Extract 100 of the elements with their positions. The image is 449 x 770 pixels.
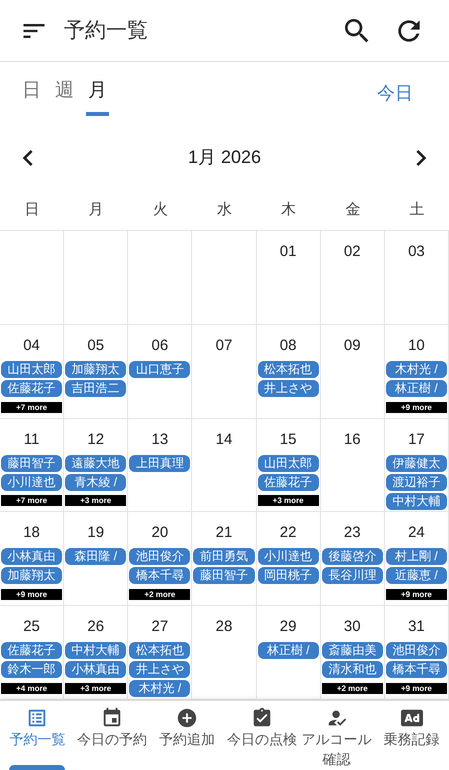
more-events-link[interactable]: +4 more <box>1 683 62 694</box>
more-events-link[interactable]: +7 more <box>1 495 62 506</box>
calendar-cell[interactable]: 07 <box>192 324 257 419</box>
event-chip[interactable]: 岡田桃子 <box>258 567 319 584</box>
more-events-link[interactable]: +2 more <box>129 589 190 600</box>
event-chip[interactable]: 佐藤花子 <box>1 642 62 660</box>
calendar-cell[interactable]: 10 木村光 / 林正樹 / +9 more <box>384 324 449 419</box>
event-chip[interactable]: 鈴木一郎 <box>1 661 62 678</box>
calendar-cell[interactable]: 19 森田隆 / <box>64 512 128 606</box>
calendar-cell[interactable] <box>128 231 192 325</box>
calendar-cell[interactable]: 30 斎藤由美 清水和也 +2 more <box>320 606 385 700</box>
event-chip[interactable]: 林正樹 / <box>386 380 447 397</box>
event-chip[interactable]: 山田太郎 <box>258 454 319 472</box>
calendar-cell[interactable]: 27 松本拓也 井上さや 木村光 / <box>128 606 192 700</box>
event-chip[interactable]: 森田隆 / <box>65 548 126 566</box>
calendar-cell[interactable]: 29 林正樹 / <box>256 606 321 700</box>
more-events-link[interactable]: +3 more <box>65 495 126 506</box>
calendar-cell[interactable]: 26 中村大輔 小林真由 +3 more <box>64 606 128 700</box>
event-chip[interactable]: 松本拓也 <box>258 360 319 378</box>
event-chip[interactable]: 吉田浩二 <box>65 380 126 397</box>
calendar-cell[interactable]: 01 <box>256 231 321 325</box>
calendar-cell[interactable]: 04 山田太郎 佐藤花子 +7 more <box>0 324 64 419</box>
calendar-cell[interactable]: 21 前田勇気 藤田智子 <box>192 512 257 606</box>
calendar-cell[interactable] <box>192 231 257 325</box>
event-chip[interactable]: 長谷川理 <box>322 567 383 584</box>
calendar-cell[interactable]: 12 遠藤大地 青木綾 / +3 more <box>64 418 128 512</box>
calendar-cell[interactable]: 23 後藤啓介 長谷川理 <box>320 512 385 606</box>
more-events-link[interactable]: +9 more <box>1 589 62 600</box>
calendar-cell[interactable]: 11 藤田智子 小川達也 +7 more <box>0 418 64 512</box>
event-chip[interactable]: 橋本千尋 <box>129 567 190 584</box>
event-chip[interactable]: 佐藤花子 <box>1 380 62 397</box>
event-chip[interactable]: 木村光 / <box>129 680 190 698</box>
event-chip[interactable]: 遠藤大地 <box>65 454 126 472</box>
event-chip[interactable]: 村上剛 / <box>386 548 447 566</box>
calendar-cell[interactable]: 28 <box>192 606 257 700</box>
event-chip[interactable]: 小川達也 <box>1 474 62 491</box>
view-tab[interactable]: 月 <box>86 72 109 116</box>
calendar-cell[interactable]: 05 加藤翔太 吉田浩二 <box>64 324 128 419</box>
calendar-cell[interactable]: 16 <box>320 418 385 512</box>
calendar-cell[interactable] <box>64 231 128 325</box>
event-chip[interactable]: 木村光 / <box>386 360 447 378</box>
calendar-cell[interactable]: 24 村上剛 / 近藤恵 / +9 more <box>384 512 449 606</box>
event-chip[interactable]: 松本拓也 <box>129 642 190 660</box>
event-chip[interactable]: 中村大輔 <box>386 492 447 510</box>
event-chip[interactable]: 井上さや <box>129 661 190 678</box>
nav-tab[interactable]: アルコール確認 <box>299 701 374 770</box>
more-events-link[interactable]: +9 more <box>386 589 447 600</box>
calendar-cell[interactable]: 02 <box>320 231 385 325</box>
event-chip[interactable]: 池田俊介 <box>386 642 447 660</box>
more-events-link[interactable]: +3 more <box>258 495 319 506</box>
calendar-cell[interactable]: 18 小林真由 加藤翔太 +9 more <box>0 512 64 606</box>
event-chip[interactable]: 渡辺裕子 <box>386 474 447 491</box>
calendar-cell[interactable]: 20 池田俊介 橋本千尋 +2 more <box>128 512 192 606</box>
event-chip[interactable]: 林正樹 / <box>258 642 319 660</box>
event-chip[interactable]: 山口恵子 <box>129 360 190 378</box>
event-chip[interactable]: 橋本千尋 <box>386 661 447 678</box>
calendar-cell[interactable]: 17 伊藤健太 渡辺裕子 中村大輔 <box>384 418 449 512</box>
calendar-cell[interactable]: 03 <box>384 231 449 325</box>
today-button[interactable]: 今日 <box>377 80 413 107</box>
calendar-cell[interactable]: 15 山田太郎 佐藤花子 +3 more <box>256 418 321 512</box>
event-chip[interactable]: 小川達也 <box>258 548 319 566</box>
event-chip[interactable]: 加藤翔太 <box>1 567 62 584</box>
event-chip[interactable]: 伊藤健太 <box>386 454 447 472</box>
view-tab[interactable]: 週 <box>53 72 76 116</box>
calendar-cell[interactable]: 31 池田俊介 橋本千尋 +9 more <box>384 606 449 700</box>
calendar-cell[interactable] <box>0 231 64 325</box>
nav-tab[interactable]: 乗務記録 <box>374 701 449 770</box>
event-chip[interactable]: 井上さや <box>258 380 319 397</box>
event-chip[interactable]: 藤田智子 <box>1 454 62 472</box>
event-chip[interactable]: 中村大輔 <box>65 642 126 660</box>
event-chip[interactable]: 前田勇気 <box>193 548 255 566</box>
more-events-link[interactable]: +3 more <box>65 683 126 694</box>
event-chip[interactable]: 上田真理 <box>129 454 190 472</box>
calendar-cell[interactable]: 06 山口恵子 <box>128 324 192 419</box>
event-chip[interactable]: 青木綾 / <box>65 474 126 491</box>
more-events-link[interactable]: +9 more <box>386 402 447 413</box>
calendar-cell[interactable]: 13 上田真理 <box>128 418 192 512</box>
event-chip[interactable]: 斎藤由美 <box>322 642 383 660</box>
event-chip[interactable]: 清水和也 <box>322 661 383 678</box>
nav-tab[interactable]: 予約一覧 <box>0 701 75 770</box>
event-chip[interactable]: 佐藤花子 <box>258 474 319 491</box>
calendar-cell[interactable]: 08 松本拓也 井上さや <box>256 324 321 419</box>
more-events-link[interactable]: +7 more <box>1 402 62 413</box>
event-chip[interactable]: 小林真由 <box>65 661 126 678</box>
more-events-link[interactable]: +9 more <box>386 683 447 694</box>
nav-tab[interactable]: 予約追加 <box>150 701 224 770</box>
event-chip[interactable]: 藤田智子 <box>193 567 255 584</box>
more-events-link[interactable]: +2 more <box>322 683 383 694</box>
event-chip[interactable]: 加藤翔太 <box>65 360 126 378</box>
event-chip[interactable]: 後藤啓介 <box>322 548 383 566</box>
event-chip[interactable]: 山田太郎 <box>1 360 62 378</box>
nav-tab[interactable]: 今日の点検 <box>224 701 300 770</box>
view-tab[interactable]: 日 <box>20 72 43 116</box>
calendar-cell[interactable]: 14 <box>192 418 257 512</box>
calendar-cell[interactable]: 25 佐藤花子 鈴木一郎 +4 more <box>0 606 64 700</box>
event-chip[interactable]: 近藤恵 / <box>386 567 447 584</box>
nav-tab[interactable]: 今日の予約 <box>74 701 150 770</box>
event-chip[interactable]: 池田俊介 <box>129 548 190 566</box>
calendar-cell[interactable]: 09 <box>320 324 385 419</box>
calendar-cell[interactable]: 22 小川達也 岡田桃子 <box>256 512 321 606</box>
